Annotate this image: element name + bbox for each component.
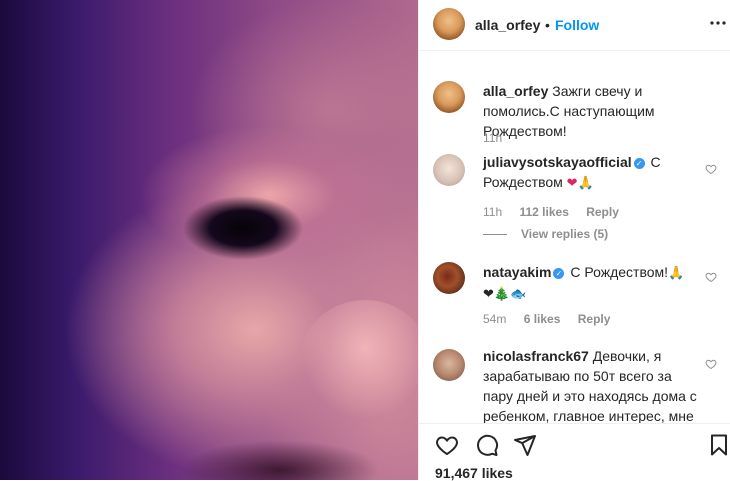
author-username[interactable]: alla_orfey xyxy=(475,17,540,33)
post-photo[interactable] xyxy=(0,0,418,480)
comments-list[interactable]: alla_orfey Зажги свечу и помолись.С наст… xyxy=(419,51,730,423)
comment-heart-icon[interactable] xyxy=(705,271,717,283)
header-separator: • xyxy=(545,17,550,33)
comment-time[interactable]: 54m xyxy=(483,312,506,326)
bookmark-icon[interactable] xyxy=(707,433,730,457)
caption-username[interactable]: alla_orfey xyxy=(483,83,548,99)
comment-heart-icon[interactable] xyxy=(705,163,717,175)
comment-icon[interactable] xyxy=(475,433,499,457)
share-icon[interactable] xyxy=(513,433,537,457)
post-actions-bar: 91,467 likes xyxy=(419,423,730,481)
photo-face-detail xyxy=(180,440,380,480)
caption-avatar[interactable] xyxy=(433,81,465,113)
comment-emoji: 🙏 xyxy=(668,265,685,280)
comment-heart-icon[interactable] xyxy=(705,358,717,370)
comment-likes[interactable]: 112 likes xyxy=(519,205,568,219)
comment-time[interactable]: 11h xyxy=(483,205,502,219)
comment-emoji: ❤🙏 xyxy=(566,175,594,190)
reply-button[interactable]: Reply xyxy=(578,312,611,326)
commenter-avatar[interactable] xyxy=(433,349,465,381)
comment-text: С Рождеством! xyxy=(570,264,669,280)
heart-icon[interactable] xyxy=(435,433,459,457)
more-icon[interactable] xyxy=(709,14,727,37)
commenter-avatar[interactable] xyxy=(433,262,465,294)
replies-divider xyxy=(483,234,507,236)
verified-badge-icon: ✓ xyxy=(553,267,565,279)
author-avatar[interactable] xyxy=(433,8,465,40)
reply-button[interactable]: Reply xyxy=(586,205,619,219)
post-side-panel: alla_orfey • Follow alla_orfey Зажги све… xyxy=(418,0,730,481)
commenter-avatar[interactable] xyxy=(433,154,465,186)
caption-time[interactable]: 11h xyxy=(483,131,502,145)
comment-likes[interactable]: 6 likes xyxy=(524,312,561,326)
comment-username[interactable]: juliavysotskaya­official xyxy=(483,154,632,170)
photo-face-detail xyxy=(300,300,418,420)
post-header: alla_orfey • Follow xyxy=(419,0,730,51)
comment-username[interactable]: natayakim xyxy=(483,264,551,280)
comment-username[interactable]: nicolasfranck67 xyxy=(483,348,589,364)
verified-badge-icon: ✓ xyxy=(633,157,645,169)
follow-button[interactable]: Follow xyxy=(555,17,599,33)
likes-count[interactable]: 91,467 likes xyxy=(435,465,513,481)
comment-emoji: ❤🎄🐟 xyxy=(483,286,527,301)
view-replies-button[interactable]: View replies (5) xyxy=(521,227,608,241)
